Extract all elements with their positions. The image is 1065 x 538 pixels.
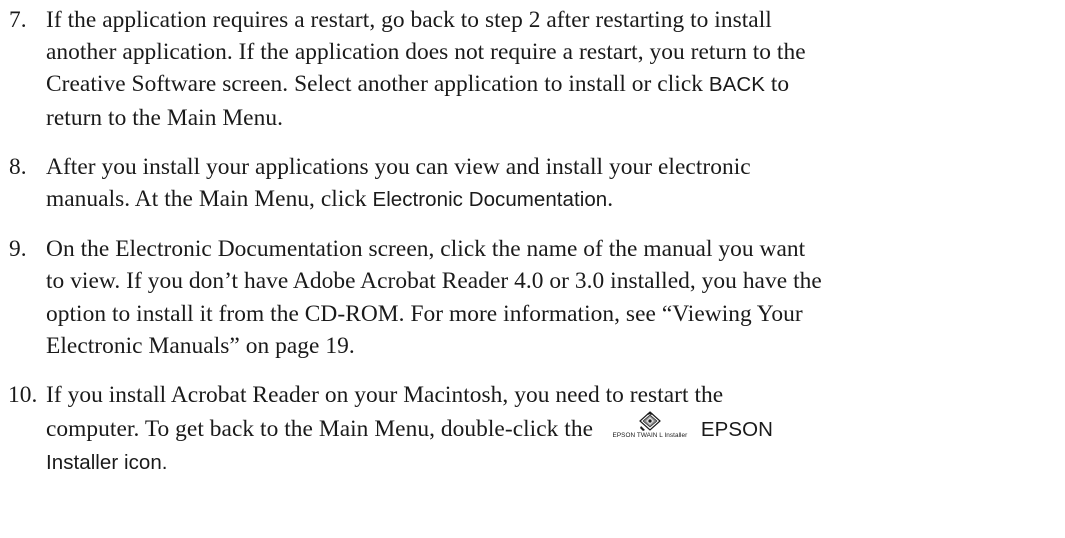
step-text: .	[607, 186, 614, 213]
step-number: 9.	[9, 236, 27, 263]
step-line: computer. To get back to the Main Menu, …	[46, 411, 1059, 446]
step-line: On the Electronic Documentation screen, …	[46, 236, 806, 263]
step-line: option to install it from the CD-ROM. Fo…	[46, 300, 803, 327]
step-text: Creative Software screen. Select another…	[46, 71, 709, 98]
step-line: another application. If the application …	[46, 39, 806, 66]
step-line: After you install your applications you …	[46, 153, 751, 180]
installer-icon-group: EPSON TWAIN L Installer	[600, 411, 700, 443]
step-number: 7.	[9, 7, 27, 33]
step-line: Electronic Manuals” on page 19.	[46, 332, 355, 359]
step-10: 10. If you install Acrobat Reader on you…	[8, 379, 1059, 480]
step-line: Creative Software screen. Select another…	[46, 68, 1059, 101]
step-text: to	[764, 71, 790, 98]
step-line: return to the Main Menu.	[46, 104, 284, 131]
step-line: Installer icon.	[46, 446, 1059, 479]
step-text: computer. To get back to the Main Menu, …	[46, 416, 599, 443]
step-number: 10.	[8, 382, 38, 409]
epson-installer-term-line2: Installer icon.	[46, 451, 168, 475]
step-text: manuals. At the Main Menu, click	[46, 186, 373, 213]
electronic-documentation-term: Electronic Documentation	[372, 188, 608, 212]
step-line: If you install Acrobat Reader on your Ma…	[46, 382, 724, 409]
step-9: 9. On the Electronic Documentation scree…	[9, 233, 1059, 362]
step-number: 8.	[9, 153, 27, 180]
step-7: 7. If the application requires a restart…	[9, 4, 1059, 134]
installer-icon-caption: EPSON TWAIN L Installer	[612, 432, 688, 440]
back-button-term: BACK	[708, 73, 765, 97]
step-line: to view. If you don’t have Adobe Acrobat…	[46, 268, 822, 295]
instructions-document: 7. If the application requires a restart…	[8, 0, 1059, 474]
epson-installer-term: EPSON	[700, 418, 773, 442]
installer-diamond-icon	[639, 411, 661, 432]
step-line: If the application requires a restart, g…	[46, 7, 772, 33]
step-line: manuals. At the Main Menu, click Electro…	[46, 183, 1059, 216]
step-8: 8. After you install your applications y…	[9, 151, 1059, 216]
